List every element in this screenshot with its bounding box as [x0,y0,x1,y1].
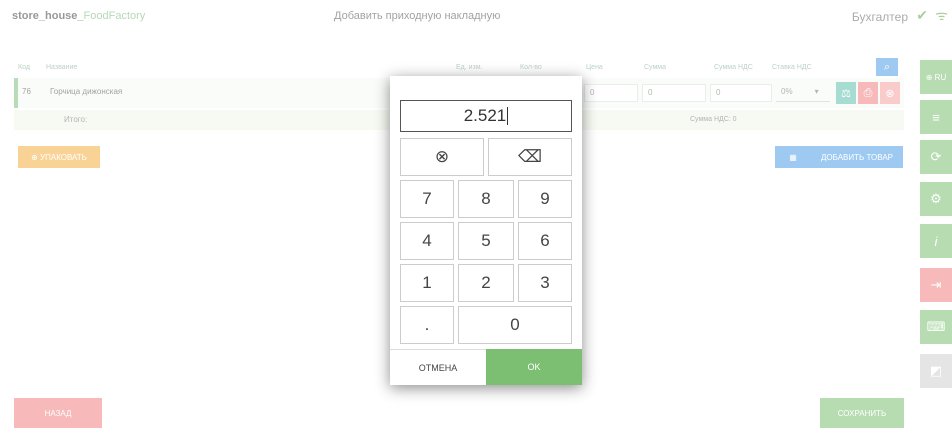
col-sum: Сумма [644,64,666,71]
vat-rate-select[interactable]: 0% ▾ [776,84,830,102]
user-role[interactable]: Бухгалтер [852,10,908,24]
total-label: Итого: [64,115,88,124]
keyboard-button[interactable]: ⌨ [920,310,952,344]
col-name: Название [46,64,78,71]
sync-button[interactable]: ⟳ [920,140,952,174]
vat-rate-value: 0% [781,87,793,96]
delete-icon: ⊗ [885,87,895,100]
back-button[interactable]: назад [14,398,102,428]
barcode-button[interactable]: ▦ [775,146,811,168]
info-icon: i [934,233,938,249]
row-code: 76 [22,87,31,96]
logout-icon: ⇥ [930,277,942,292]
print-button[interactable]: ⎙ [858,82,878,104]
col-vat-rate: Ставка НДС [772,64,812,71]
menu-button[interactable]: ≡ [920,100,952,134]
keyboard-icon: ⌨ [926,319,946,334]
mute-button[interactable]: ◩ [920,354,952,388]
scale-icon: ⚖ [841,87,851,100]
col-unit: Ед. изм. [456,64,483,71]
col-qty: Кол-во [520,64,542,71]
items-table: Код Название Ед. изм. Кол-во Цена Сумма … [14,58,904,130]
key-3[interactable]: 3 [518,264,572,302]
barcode-icon: ▦ [789,152,797,162]
app-title: store_house_FoodFactory [12,10,145,22]
gear-icon: ⚙ [930,191,942,206]
search-button[interactable]: ⌕ [876,58,898,76]
settings-button[interactable]: ⚙ [920,182,952,216]
ok-button[interactable]: OK [486,349,582,385]
chevron-down-icon: ▾ [814,87,819,96]
cancel-button[interactable]: ОТМЕНА [390,349,486,385]
sum-input[interactable]: 0 [642,84,706,102]
app-title-suffix: FoodFactory [83,10,146,22]
save-button[interactable]: сохранить [820,398,904,428]
price-input[interactable]: 0 [584,84,638,102]
language-button[interactable]: ⊕ RU [920,60,952,94]
key-decimal[interactable]: . [400,306,454,344]
sync-icon: ⟳ [930,149,942,164]
key-5[interactable]: 5 [458,222,514,260]
menu-icon: ≡ [932,109,940,125]
table-header: Код Название Ед. изм. Кол-во Цена Сумма … [14,58,904,74]
print-icon: ⎙ [863,86,873,99]
pack-button[interactable]: ⊕ упаковать [18,146,100,168]
col-vat-sum: Сумма НДС [714,64,753,71]
top-bar: store_house_FoodFactory Добавить приходн… [0,0,952,34]
language-label: ⊕ RU [925,72,947,82]
vat-sum-input[interactable]: 0 [710,84,772,102]
key-9[interactable]: 9 [518,180,572,218]
dialog-footer: ОТМЕНА OK [390,349,582,385]
key-2[interactable]: 2 [458,264,514,302]
backspace-button[interactable]: ⌫ [488,138,572,176]
mute-icon: ◩ [929,363,943,378]
backspace-icon: ⌫ [517,147,543,166]
key-7[interactable]: 7 [400,180,454,218]
numpad-value: 2.521 [463,106,507,125]
row-name: Горчица дижонская [50,87,123,96]
numpad-dialog: 2.521 ⊗ ⌫ 7 8 9 4 5 6 1 2 3 . 0 ОТМЕНА O… [390,76,582,385]
search-icon: ⌕ [883,60,891,73]
key-8[interactable]: 8 [458,180,514,218]
delete-button[interactable]: ⊗ [880,82,900,104]
key-1[interactable]: 1 [400,264,454,302]
check-icon: ✔ [916,7,928,23]
col-price: Цена [586,64,603,71]
col-code: Код [18,64,30,71]
text-caret [507,107,509,125]
scale-button[interactable]: ⚖ [836,82,856,104]
key-6[interactable]: 6 [518,222,572,260]
app-title-prefix: store_house_ [12,10,84,22]
page-title: Добавить приходную накладную [334,10,501,22]
add-item-button[interactable]: добавить товар [811,146,903,168]
key-4[interactable]: 4 [400,222,454,260]
logout-button[interactable]: ⇥ [920,268,952,302]
vat-total: Сумма НДС: 0 [690,116,737,123]
clear-button[interactable]: ⊗ [400,138,484,176]
clear-icon: ⊗ [434,147,450,166]
key-0[interactable]: 0 [458,306,572,344]
wifi-icon: ᯤ [935,7,948,23]
numpad-display[interactable]: 2.521 [400,100,572,132]
info-button[interactable]: i [920,224,952,258]
